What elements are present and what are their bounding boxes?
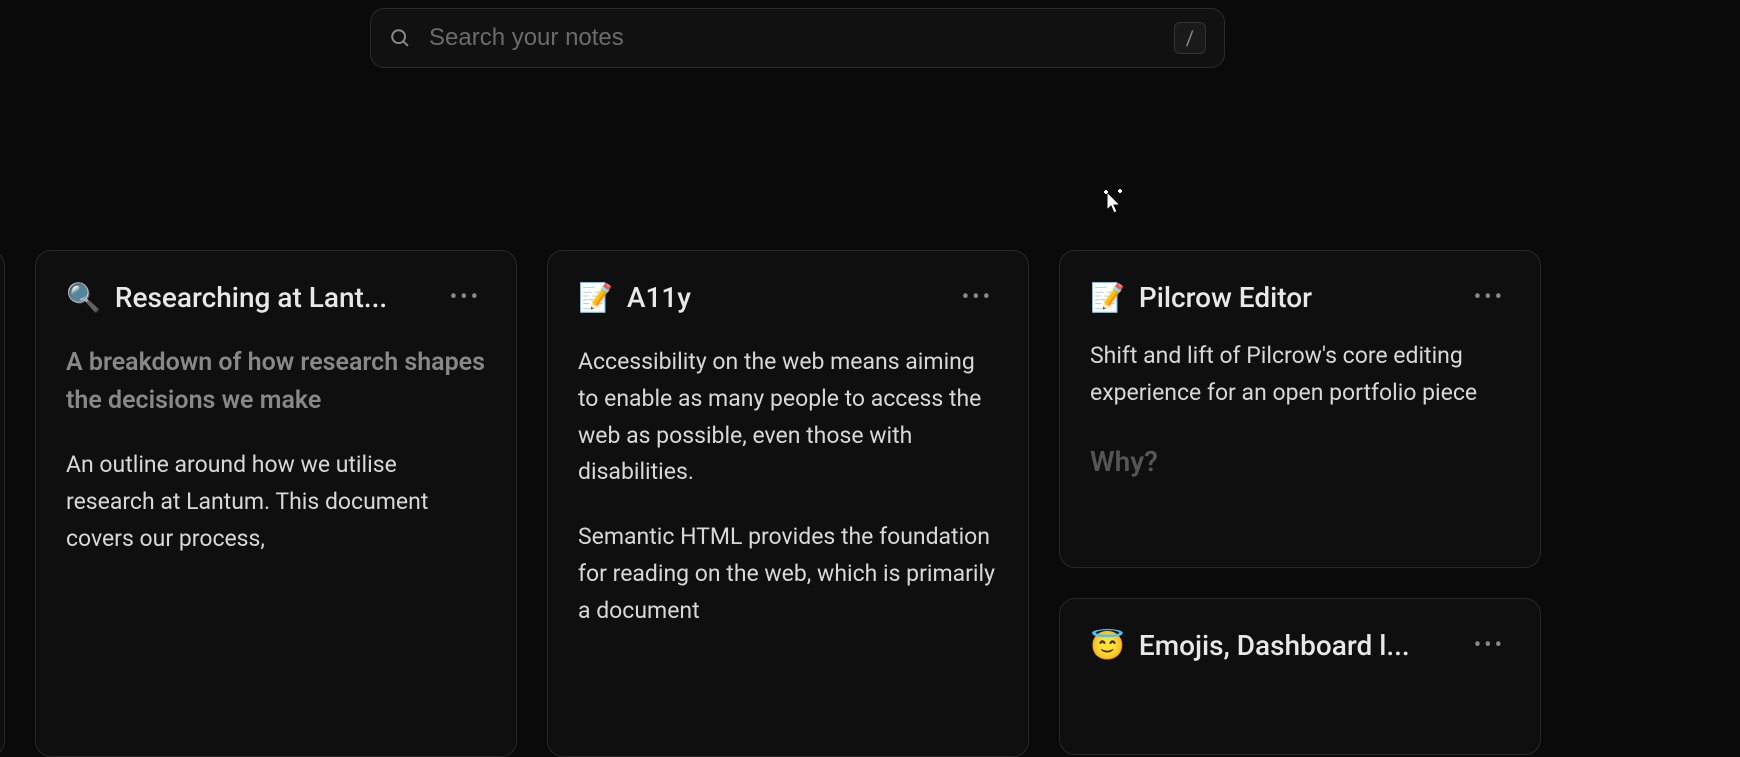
magnifier-emoji-icon: 🔍 <box>66 281 101 314</box>
card-body: An outline around how we utilise researc… <box>66 447 486 557</box>
card-menu-button[interactable]: ••• <box>1469 633 1510 658</box>
card-header: 📝 A11y ••• <box>578 281 998 314</box>
note-card-a11y[interactable]: 📝 A11y ••• Accessibility on the web mean… <box>547 250 1029 757</box>
card-paragraph: Shift and lift of Pilcrow's core editing… <box>1090 338 1510 412</box>
card-menu-button[interactable]: ••• <box>1469 285 1510 310</box>
card-sliver[interactable] <box>0 250 5 757</box>
card-column: 📝 Pilcrow Editor ••• Shift and lift of P… <box>1059 250 1541 757</box>
card-title-wrap: 😇 Emojis, Dashboard l... <box>1090 629 1410 662</box>
card-header: 🔍 Researching at Lant... ••• <box>66 281 486 314</box>
card-paragraph: An outline around how we utilise researc… <box>66 447 486 557</box>
note-card-pilcrow[interactable]: 📝 Pilcrow Editor ••• Shift and lift of P… <box>1059 250 1541 568</box>
halo-emoji-icon: 😇 <box>1090 629 1125 662</box>
search-container: / <box>370 8 1225 68</box>
card-title-wrap: 📝 A11y <box>578 281 691 314</box>
card-section-heading: Why? <box>1090 440 1510 485</box>
cards-grid: 🔍 Researching at Lant... ••• A breakdown… <box>35 250 1541 757</box>
card-menu-button[interactable]: ••• <box>957 285 998 310</box>
memo-emoji-icon: 📝 <box>1090 281 1125 314</box>
card-title: A11y <box>627 281 691 314</box>
memo-emoji-icon: 📝 <box>578 281 613 314</box>
search-input[interactable] <box>429 24 1156 52</box>
card-title: Researching at Lant... <box>115 281 387 314</box>
card-header: 📝 Pilcrow Editor ••• <box>1090 281 1510 314</box>
card-header: 😇 Emojis, Dashboard l... ••• <box>1090 629 1510 662</box>
search-bar[interactable]: / <box>370 8 1225 68</box>
card-body: Shift and lift of Pilcrow's core editing… <box>1090 338 1510 484</box>
search-shortcut-key: / <box>1174 22 1206 54</box>
card-title: Pilcrow Editor <box>1139 281 1312 314</box>
card-title: Emojis, Dashboard l... <box>1139 629 1410 662</box>
note-card-emojis[interactable]: 😇 Emojis, Dashboard l... ••• <box>1059 598 1541 755</box>
note-card-researching[interactable]: 🔍 Researching at Lant... ••• A breakdown… <box>35 250 517 757</box>
card-body: Accessibility on the web means aiming to… <box>578 344 998 630</box>
card-menu-button[interactable]: ••• <box>445 285 486 310</box>
search-icon <box>389 27 411 49</box>
card-title-wrap: 📝 Pilcrow Editor <box>1090 281 1312 314</box>
card-title-wrap: 🔍 Researching at Lant... <box>66 281 387 314</box>
card-subtitle: A breakdown of how research shapes the d… <box>66 344 486 419</box>
card-paragraph: Semantic HTML provides the foundation fo… <box>578 519 998 629</box>
cursor-pointer-icon <box>1100 188 1126 222</box>
card-paragraph: Accessibility on the web means aiming to… <box>578 344 998 491</box>
